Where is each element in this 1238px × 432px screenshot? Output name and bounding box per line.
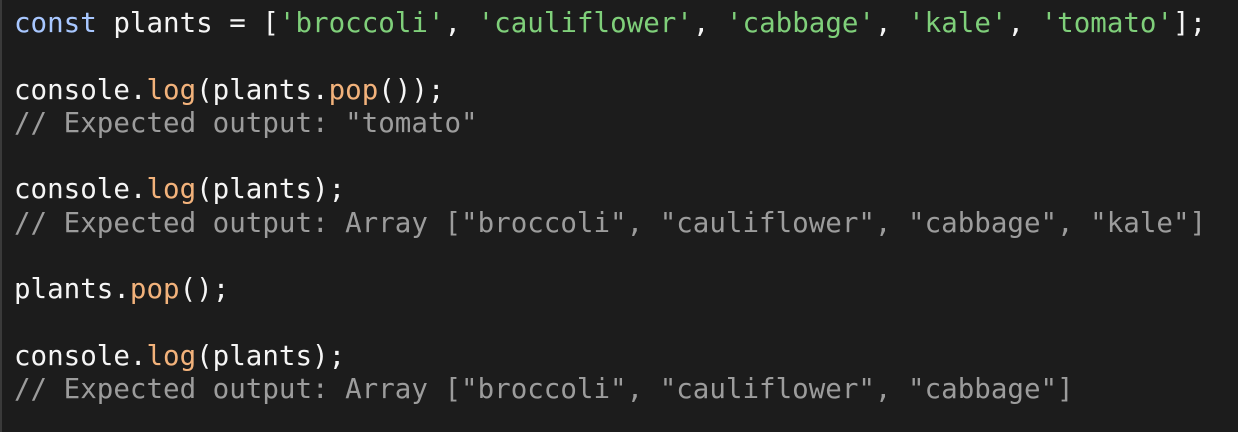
- call-end: ());: [378, 73, 445, 106]
- separator: ,: [692, 7, 726, 39]
- code-editor[interactable]: const plants = ['broccoli', 'cauliflower…: [0, 0, 1238, 432]
- separator: ,: [1007, 7, 1041, 39]
- separator: ,: [875, 7, 909, 39]
- call-end: (plants);: [196, 173, 346, 206]
- string-literal: 'cabbage': [725, 7, 875, 39]
- call-end: (plants);: [196, 339, 346, 372]
- code-line-11: console.log(plants);: [14, 340, 1238, 373]
- string-literal: 'kale': [908, 7, 1008, 39]
- method-pop: pop: [328, 73, 379, 106]
- object-text: console.: [14, 173, 147, 206]
- comment-line: // Expected output: Array ["broccoli", "…: [14, 373, 1074, 406]
- array-end: ];: [1173, 7, 1207, 39]
- keyword-const: const: [14, 7, 97, 39]
- comment-line: // Expected output: "tomato": [14, 106, 478, 139]
- comment-line: // Expected output: Array ["broccoli", "…: [14, 206, 1207, 239]
- code-line-6: console.log(plants);: [14, 173, 1238, 206]
- string-literal: 'broccoli': [278, 7, 445, 39]
- string-literal: 'cauliflower': [477, 7, 693, 39]
- object-text: console.: [14, 339, 147, 372]
- string-literal: 'tomato': [1040, 7, 1174, 39]
- object-text: plants.: [14, 273, 130, 306]
- method-pop: pop: [129, 273, 180, 306]
- declaration-text: plants = [: [96, 7, 279, 39]
- code-line-9: plants.pop();: [14, 273, 1238, 306]
- call-text: (plants.: [196, 73, 329, 106]
- separator: ,: [444, 7, 478, 39]
- method-log: log: [146, 73, 197, 106]
- code-line-3: console.log(plants.pop());: [14, 74, 1238, 107]
- code-line-1: const plants = ['broccoli', 'cauliflower…: [14, 7, 1238, 40]
- object-text: console.: [14, 73, 147, 106]
- method-log: log: [146, 173, 197, 206]
- call-end: ();: [179, 273, 230, 306]
- method-log: log: [146, 339, 197, 372]
